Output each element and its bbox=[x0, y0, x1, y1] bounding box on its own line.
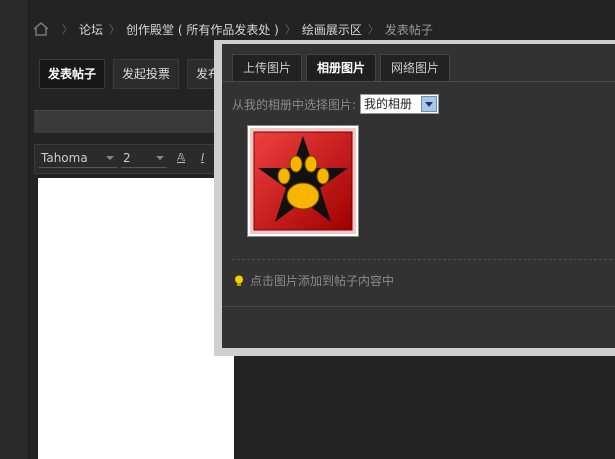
tab-divider bbox=[222, 81, 615, 82]
breadcrumb-forum[interactable]: 论坛 bbox=[79, 21, 103, 38]
album-thumbnail[interactable] bbox=[247, 125, 359, 237]
editor-toolbar: Tahoma 2 𝔸 I bbox=[34, 144, 236, 174]
text-color-icon[interactable]: 𝔸 bbox=[177, 151, 185, 164]
breadcrumb: 〉 论坛 〉 创作殿堂 ( 所有作品发表处 ) 〉 绘画展示区 〉 发表帖子 bbox=[32, 18, 433, 40]
breadcrumb-separator: 〉 bbox=[62, 23, 73, 36]
album-select-value: 我的相册 bbox=[364, 97, 413, 111]
lightbulb-icon bbox=[235, 275, 243, 286]
dialog-divider bbox=[232, 259, 615, 260]
album-selector-row: 从我的相册中选择图片: 我的相册 bbox=[232, 94, 440, 114]
start-poll-button[interactable]: 发起投票 bbox=[113, 59, 180, 89]
album-label: 从我的相册中选择图片: bbox=[232, 97, 357, 112]
dialog-footer-divider bbox=[222, 306, 615, 307]
font-select-value: Tahoma bbox=[41, 151, 88, 165]
tab-album-image[interactable]: 相册图片 bbox=[306, 54, 377, 81]
album-select[interactable]: 我的相册 bbox=[360, 94, 440, 114]
italic-icon[interactable]: I bbox=[201, 151, 204, 164]
image-dialog-tabs: 上传图片 相册图片 网络图片 bbox=[232, 54, 451, 81]
breadcrumb-separator: 〉 bbox=[367, 23, 379, 36]
breadcrumb-board[interactable]: 绘画展示区 bbox=[302, 21, 362, 38]
image-dialog: 上传图片 相册图片 网络图片 从我的相册中选择图片: 我的相册 点击图片添加到帖… bbox=[222, 44, 615, 348]
home-icon[interactable] bbox=[32, 22, 50, 36]
hint-row: 点击图片添加到帖子内容中 bbox=[234, 272, 394, 289]
font-select[interactable]: Tahoma bbox=[39, 149, 117, 168]
tab-web-image[interactable]: 网络图片 bbox=[380, 54, 451, 81]
font-size-select[interactable]: 2 bbox=[121, 149, 167, 168]
left-strip bbox=[0, 0, 29, 459]
tab-upload-image[interactable]: 上传图片 bbox=[232, 54, 303, 81]
post-actions: 发表帖子 发起投票 发布 bbox=[39, 59, 230, 89]
breadcrumb-separator: 〉 bbox=[109, 23, 121, 36]
editor-textarea[interactable] bbox=[38, 178, 234, 459]
chevron-down-icon[interactable] bbox=[421, 96, 438, 112]
chevron-down-icon bbox=[106, 156, 114, 160]
chevron-down-icon bbox=[156, 156, 164, 160]
breadcrumb-section[interactable]: 创作殿堂 ( 所有作品发表处 ) bbox=[126, 21, 279, 38]
breadcrumb-separator: 〉 bbox=[284, 23, 296, 36]
hint-text: 点击图片添加到帖子内容中 bbox=[250, 274, 395, 288]
subject-bar bbox=[34, 110, 234, 133]
post-thread-button[interactable]: 发表帖子 bbox=[39, 59, 106, 89]
paw-star-image bbox=[250, 128, 356, 234]
breadcrumb-current: 发表帖子 bbox=[384, 22, 433, 37]
font-size-value: 2 bbox=[123, 151, 131, 165]
